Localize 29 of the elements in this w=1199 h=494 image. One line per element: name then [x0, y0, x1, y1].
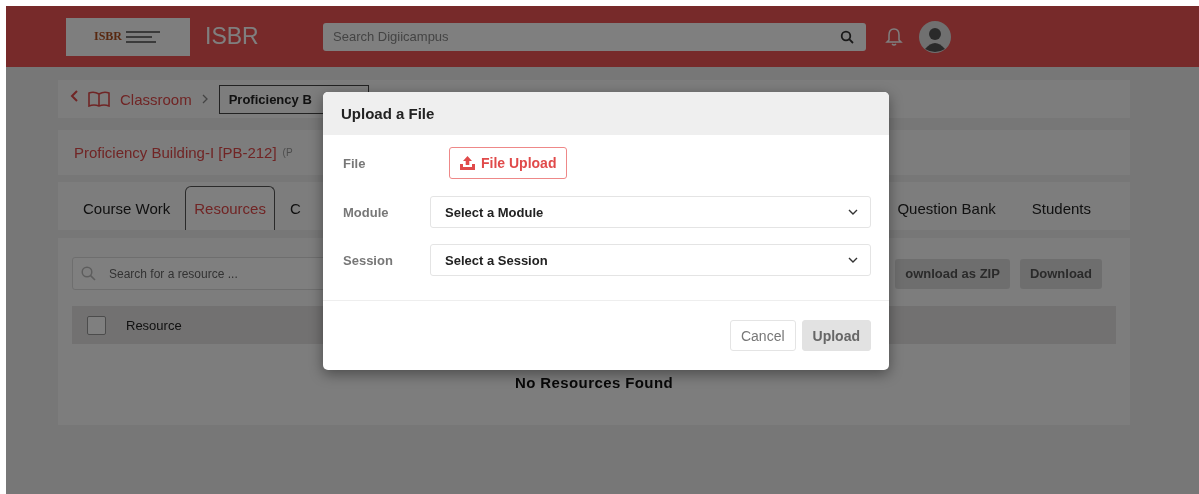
course-title: Proficiency Building-I [PB-212] [74, 144, 277, 161]
select-all-checkbox[interactable] [87, 315, 106, 335]
empty-message: No Resources Found [513, 374, 675, 391]
search-field[interactable]: Search Digiicampus [323, 22, 866, 51]
select-field[interactable]: Select a Session [430, 244, 871, 276]
search-icon[interactable] [840, 29, 854, 44]
tab[interactable]: Course Work [74, 186, 180, 230]
breadcrumb-link[interactable]: Classroom [120, 90, 192, 108]
column-header: Resource [126, 317, 182, 333]
upload-icon [460, 156, 475, 170]
tab[interactable]: Resources [185, 186, 275, 230]
book-icon [88, 91, 110, 107]
field-label: File [343, 155, 367, 171]
download-button[interactable]: ownload as ZIP [895, 258, 1010, 289]
brand-name: ISBR [205, 23, 260, 50]
logo-drawing: ISBR [66, 17, 190, 56]
bell-icon[interactable] [885, 26, 903, 47]
tab[interactable]: Question Bank [882, 186, 1011, 230]
tab[interactable]: C [280, 186, 310, 230]
dialog-button[interactable]: Cancel [729, 320, 796, 351]
file-upload-button[interactable]: File Upload [449, 147, 568, 179]
avatar-icon[interactable] [919, 20, 951, 53]
select-field[interactable]: Select a Module [430, 196, 871, 228]
chevron-icon [201, 94, 209, 104]
tab[interactable]: Students [1016, 186, 1106, 230]
chevron-down-icon [848, 209, 858, 215]
download-button[interactable]: Download [1019, 258, 1102, 289]
field-label: Module [343, 204, 390, 220]
chevron-down-icon [848, 257, 858, 263]
